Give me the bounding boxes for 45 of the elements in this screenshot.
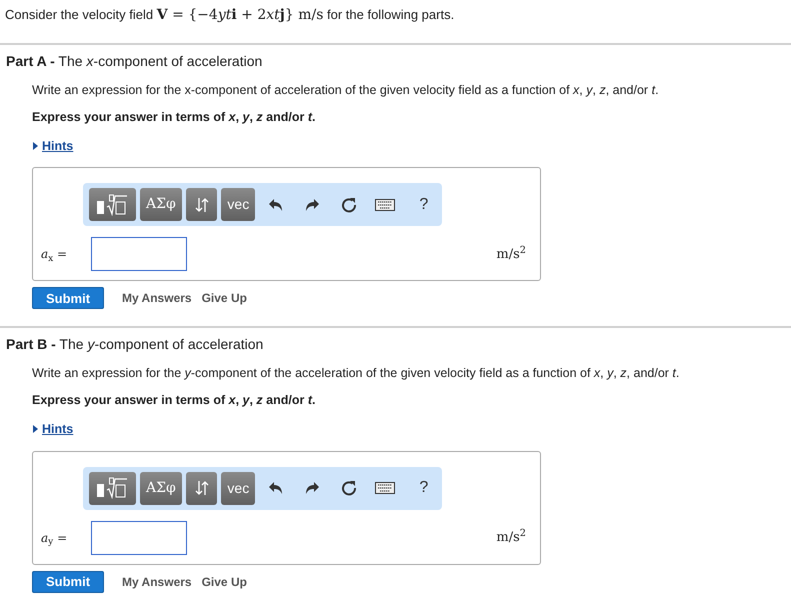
expand-icon xyxy=(33,142,38,150)
units-label: m/s$^{2}$ xyxy=(496,528,526,547)
instruction-text: Write an expression for the y-component of the acceleration of the given velocity field as a function of x, y, z, and/or t. xyxy=(32,365,680,382)
hints-link[interactable]: Hints xyxy=(42,136,74,156)
units-label: m/s$^{2}$ xyxy=(496,244,526,264)
vector-button[interactable]: vec xyxy=(221,188,256,222)
undo-icon xyxy=(268,198,282,212)
answer-label: a$_{x}$ = xyxy=(41,246,68,264)
arrows-icon xyxy=(194,196,209,213)
reset-icon xyxy=(340,196,357,213)
instruction-text: Express your answer in terms of x, y, z and/or t. xyxy=(32,392,316,409)
templates-button[interactable] xyxy=(89,188,136,222)
answer-field[interactable] xyxy=(91,237,187,272)
keyboard-icon xyxy=(375,198,396,211)
give-up-button[interactable]: Give Up xyxy=(202,572,247,590)
templates-icon xyxy=(95,477,130,499)
instruction-text: Express your answer in terms of x, y, z and/or t. xyxy=(32,108,316,126)
symbol-button[interactable]: ΑΣφ xyxy=(140,472,182,504)
arrows-button[interactable] xyxy=(186,188,218,222)
help-button[interactable]: ? xyxy=(406,472,442,504)
answer-field[interactable] xyxy=(91,520,187,554)
undo-icon xyxy=(268,481,282,495)
submit-button[interactable]: Submit xyxy=(32,287,104,310)
expand-icon xyxy=(33,425,38,434)
hints-link[interactable]: Hints xyxy=(42,420,74,438)
part-heading: Part A - The x-component of acceleration xyxy=(5,52,264,71)
answer-label: a$_{y}$ = xyxy=(41,530,68,546)
symbol-button[interactable]: ΑΣφ xyxy=(140,188,182,222)
my-answers-button[interactable]: My Answers xyxy=(122,572,192,590)
intro-text: Consider the velocity field V = {−4yti + 2xtj} m/s for the following parts. xyxy=(4,6,456,25)
redo-icon xyxy=(305,481,320,495)
instruction-text: Write an expression for the x-component of acceleration of the given velocity field as a function of x, y, z, and/or t. xyxy=(32,82,660,99)
my-answers-button[interactable]: My Answers xyxy=(122,289,192,308)
templates-button[interactable] xyxy=(89,472,136,504)
reset-icon xyxy=(340,480,357,496)
arrows-icon xyxy=(194,480,209,496)
arrows-button[interactable] xyxy=(186,472,218,504)
redo-icon xyxy=(305,198,320,212)
keyboard-icon xyxy=(375,482,396,494)
help-button[interactable]: ? xyxy=(406,188,442,222)
submit-button[interactable]: Submit xyxy=(32,570,104,592)
vector-button[interactable]: vec xyxy=(221,472,256,504)
templates-icon xyxy=(95,194,130,216)
part-heading: Part B - The y-component of acceleration xyxy=(5,335,264,354)
give-up-button[interactable]: Give Up xyxy=(202,289,247,308)
